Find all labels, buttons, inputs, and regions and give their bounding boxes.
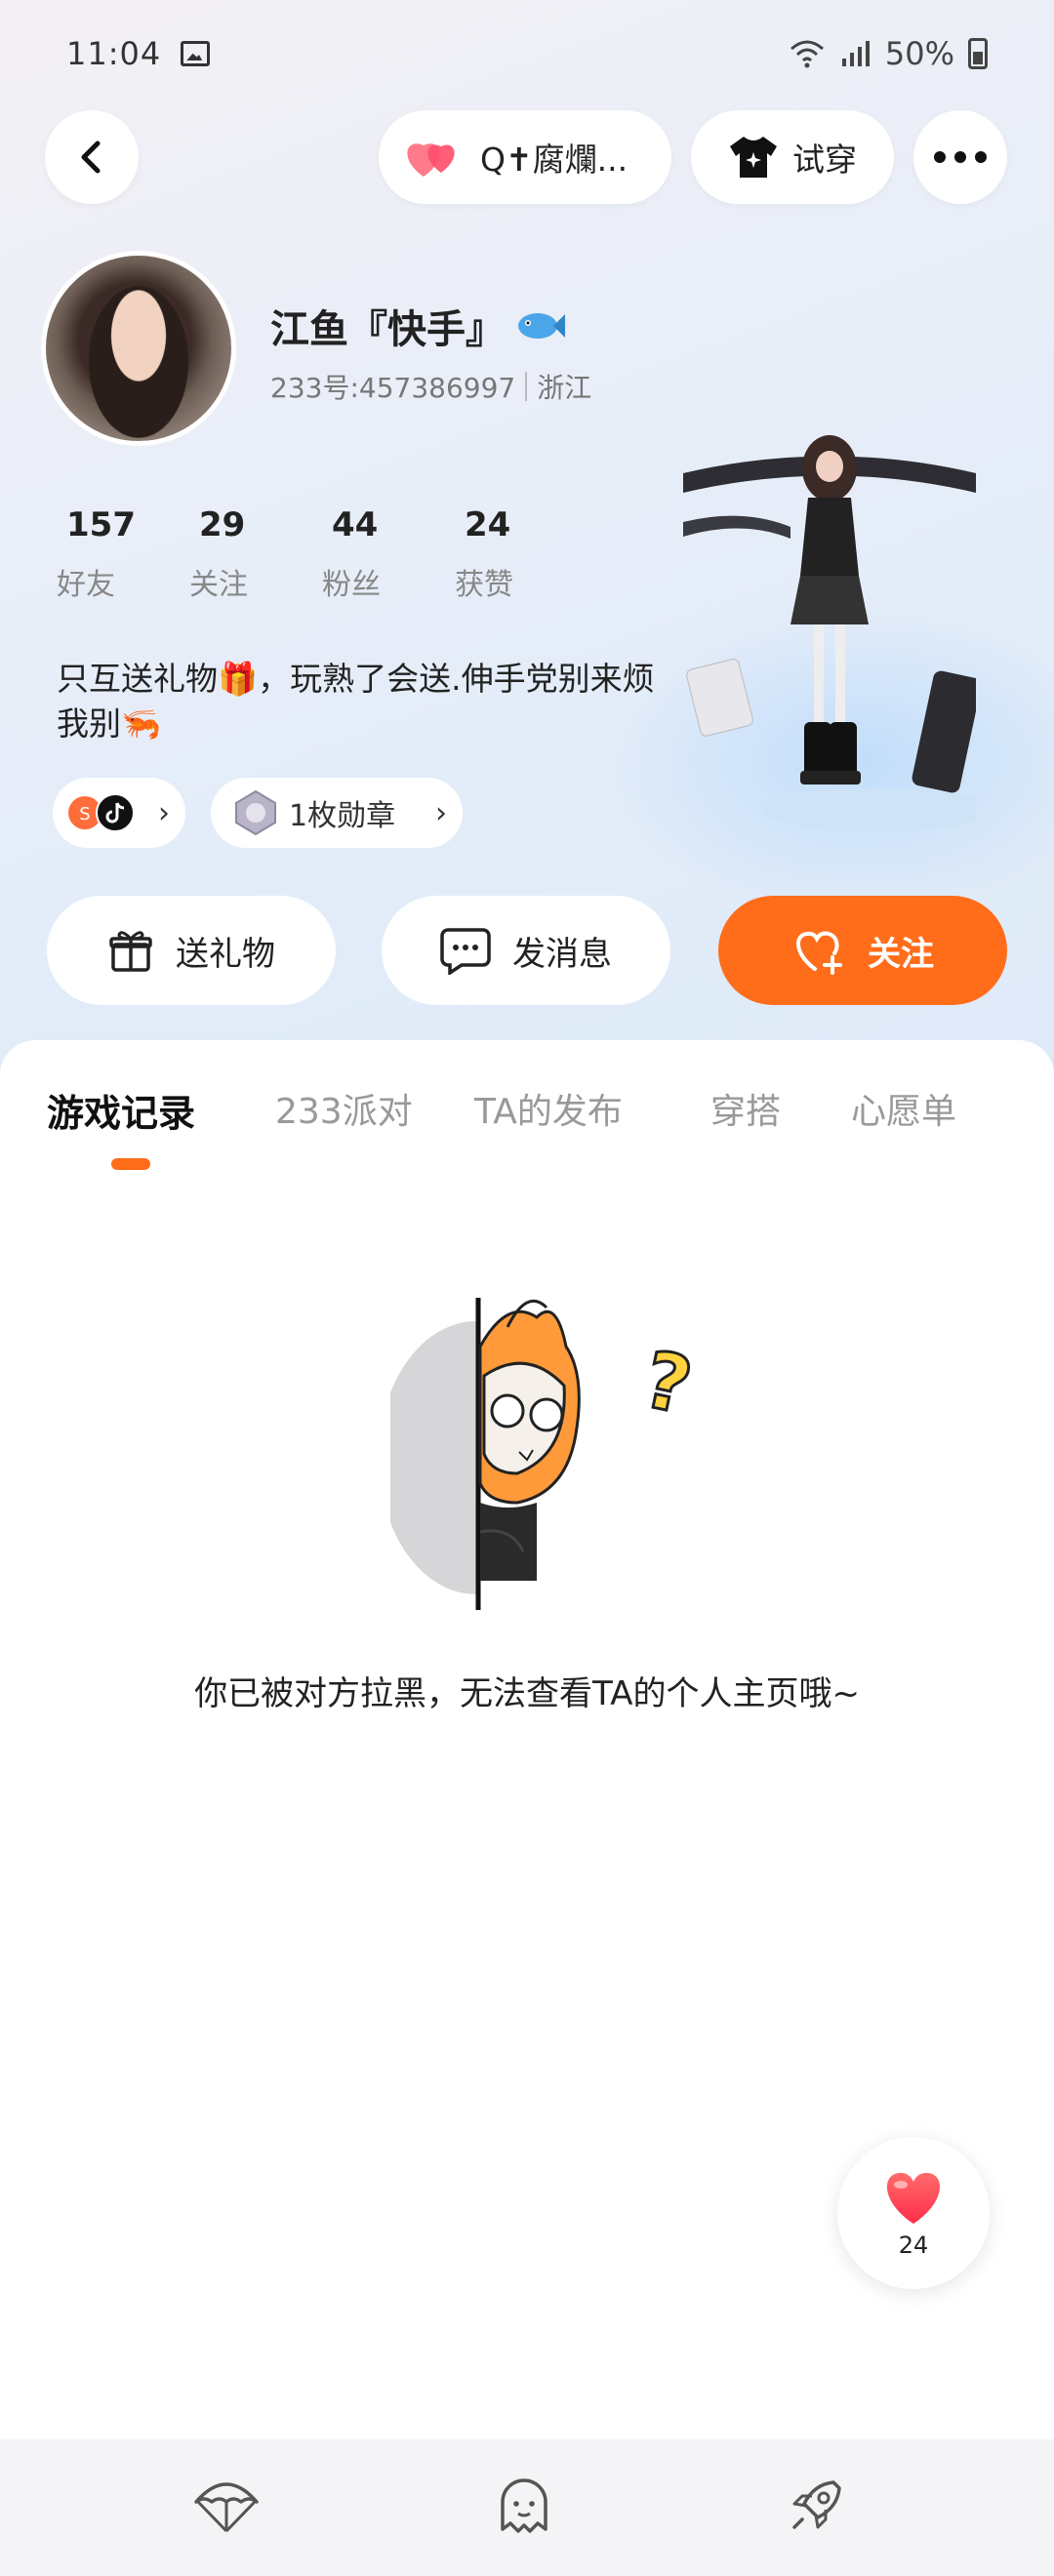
bottom-nav	[0, 2439, 1054, 2576]
signal-icon	[841, 41, 870, 66]
shirt-icon	[730, 137, 777, 178]
send-message-button[interactable]: 发消息	[382, 896, 670, 1005]
tab-outfits[interactable]: 穿搭	[710, 1083, 781, 1134]
heart-icon	[886, 2172, 941, 2224]
stat-likes[interactable]: 24 获赞	[455, 505, 588, 603]
back-icon	[81, 141, 101, 174]
blocked-mascot-illustration: ?	[390, 1298, 701, 1610]
back-button[interactable]	[45, 110, 139, 204]
status-time: 11:04	[66, 35, 162, 72]
profile-region: 浙江	[537, 372, 592, 404]
more-button[interactable]	[913, 110, 1007, 204]
medal-label: 1枚勋章	[289, 799, 396, 833]
cp-label: Q✝腐爛...	[480, 141, 628, 179]
follow-label: 关注	[868, 934, 934, 974]
send-gift-label: 送礼物	[176, 934, 275, 974]
like-count: 24	[898, 2232, 929, 2259]
stat-value: 44	[332, 505, 379, 544]
heart-plus-icon	[796, 931, 842, 975]
follow-button[interactable]: 关注	[718, 896, 1007, 1005]
profile-tabs: 游戏记录 233派对 TA的发布 穿搭 心愿单	[0, 1040, 1054, 1187]
stat-fans[interactable]: 44 粉丝	[322, 505, 455, 603]
battery-percent: 50%	[884, 35, 954, 72]
like-button[interactable]: 24	[837, 2137, 990, 2289]
stat-label: 关注	[189, 568, 248, 602]
avatar[interactable]	[41, 251, 236, 446]
tab-game-records[interactable]: 游戏记录	[47, 1083, 195, 1137]
svg-text:S: S	[79, 804, 90, 825]
stat-label: 粉丝	[322, 568, 381, 602]
try-on-button[interactable]: 试穿	[691, 110, 894, 204]
blocked-message: 你已被对方拉黑，无法查看TA的个人主页哦~	[194, 1674, 860, 1713]
chat-icon	[440, 928, 491, 975]
tiktok-icon	[96, 793, 135, 832]
linked-platforms-chip[interactable]: S ›	[53, 778, 185, 848]
bio-line: 我别🦐	[57, 704, 162, 743]
status-bar: 11:04 50%	[0, 0, 1054, 107]
medals-chip[interactable]: 1枚勋章 ›	[211, 778, 463, 848]
gift-icon	[109, 931, 152, 972]
profile-name: 江鱼『快手』	[270, 298, 565, 354]
profile-id: 233号:457386997	[270, 372, 516, 404]
avatar-character-illustration	[683, 435, 976, 831]
tab-indicator	[111, 1158, 150, 1170]
profile-meta: 233号:457386997 浙江	[270, 367, 591, 406]
meta-divider	[525, 372, 528, 401]
try-on-label: 试穿	[792, 141, 857, 179]
wifi-icon	[790, 40, 824, 68]
ghost-icon	[501, 2478, 547, 2533]
profile-name-text: 江鱼『快手』	[270, 307, 505, 352]
profile-stats: 157 好友 29 关注 44 粉丝 24 获赞	[57, 505, 588, 603]
send-message-label: 发消息	[512, 934, 612, 974]
tab-posts[interactable]: TA的发布	[474, 1083, 623, 1134]
stat-label: 好友	[57, 568, 115, 602]
battery-icon	[968, 38, 988, 69]
stat-label: 获赞	[455, 568, 513, 602]
stat-value: 29	[199, 505, 246, 544]
profile-bio: 只互送礼物🎁，玩熟了会送.伸手党别来烦 我别🦐	[57, 657, 681, 746]
stat-value: 24	[465, 505, 511, 544]
nav-item-rocket[interactable]	[777, 2467, 855, 2545]
fish-icon	[518, 313, 565, 339]
send-gift-button[interactable]: 送礼物	[47, 896, 336, 1005]
chevron-right-icon: ›	[158, 795, 170, 830]
cp-relationship-button[interactable]: Q✝腐爛...	[379, 110, 671, 204]
bio-line: 只互送礼物🎁，玩熟了会送.伸手党别来烦	[57, 660, 655, 698]
medal-icon	[235, 789, 276, 836]
gallery-icon	[181, 41, 211, 66]
stat-friends[interactable]: 157 好友	[57, 505, 189, 603]
stat-value: 157	[66, 505, 136, 544]
svg-text:?: ?	[636, 1334, 700, 1432]
nav-item-ghost[interactable]	[485, 2467, 563, 2545]
rocket-icon	[792, 2480, 841, 2529]
heart-icon	[407, 143, 455, 177]
more-icon	[934, 151, 987, 163]
parachute-icon	[194, 2482, 259, 2533]
nav-item-parachute[interactable]	[187, 2467, 265, 2545]
tab-party[interactable]: 233派对	[275, 1083, 413, 1134]
stat-following[interactable]: 29 关注	[189, 505, 322, 603]
tab-wishlist[interactable]: 心愿单	[851, 1083, 956, 1134]
chevron-right-icon: ›	[435, 795, 447, 830]
